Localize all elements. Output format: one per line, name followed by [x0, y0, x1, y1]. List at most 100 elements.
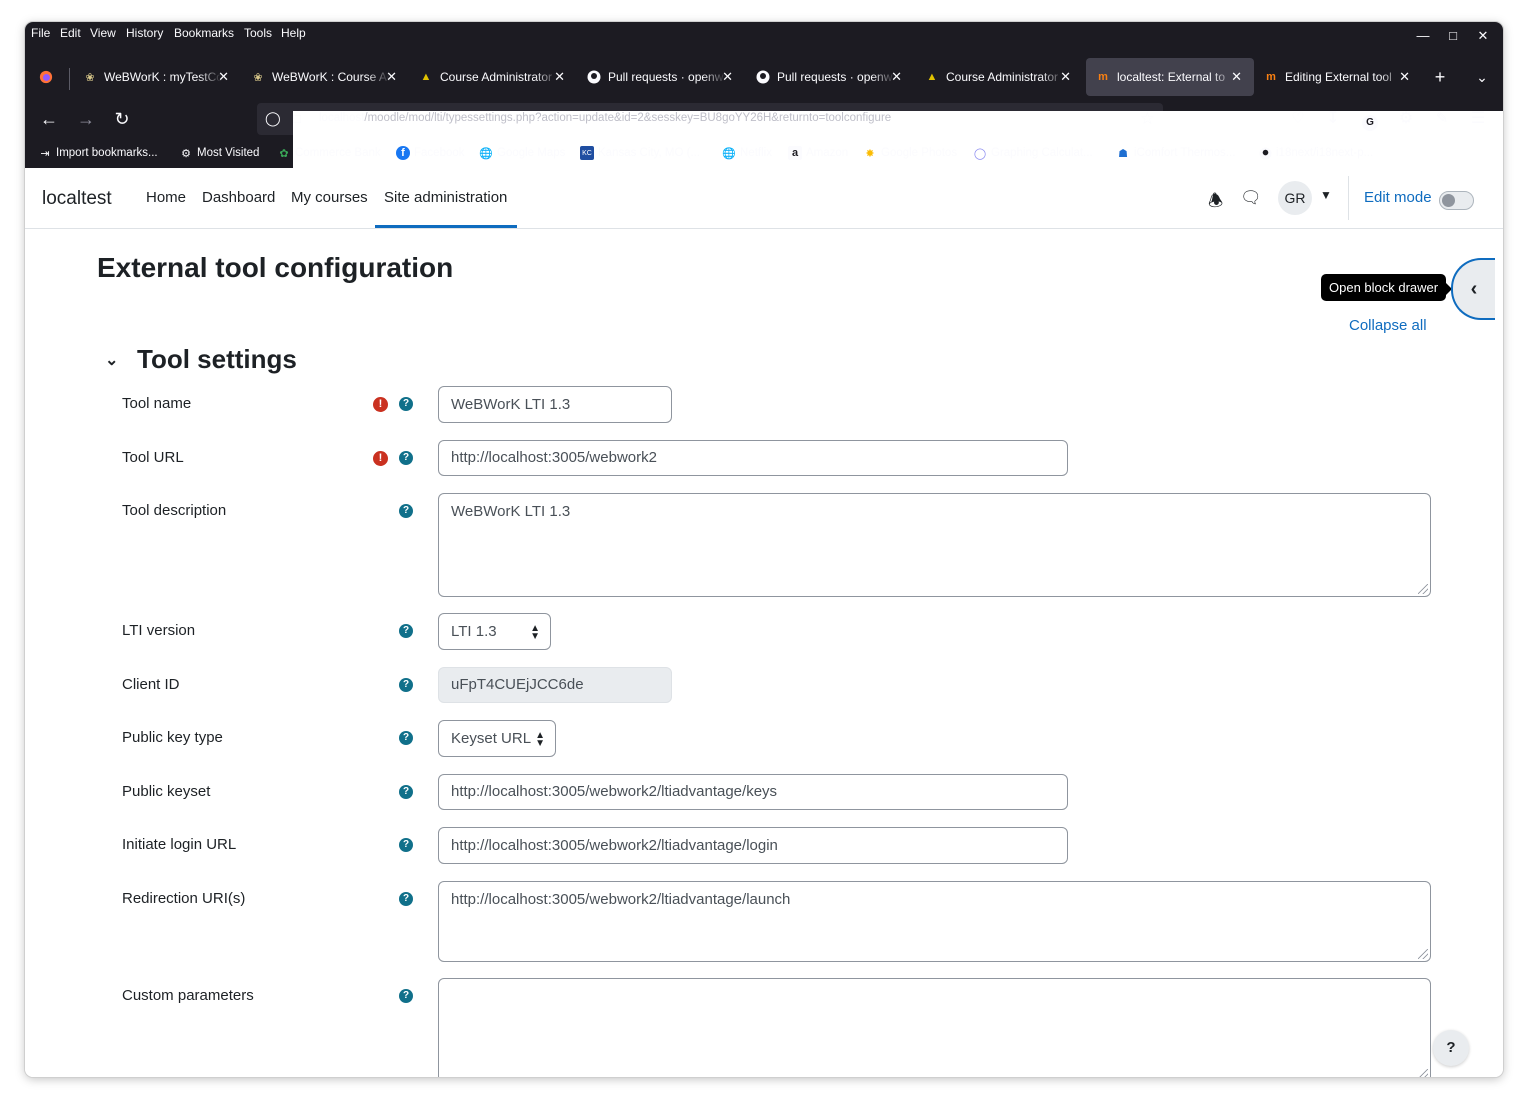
url-text[interactable]: localhost/moodle/mod/lti/typessettings.p…: [319, 112, 891, 124]
extensions-puzzle-icon[interactable]: ✎: [1431, 108, 1453, 130]
resize-grip-icon[interactable]: [1418, 584, 1428, 594]
nav-site-administration[interactable]: Site administration: [384, 189, 507, 206]
shield-icon[interactable]: ◯: [265, 110, 281, 127]
bookmark-amazon[interactable]: a Amazon: [788, 146, 848, 160]
edit-mode-toggle[interactable]: [1439, 191, 1474, 210]
public-key-type-select[interactable]: Keyset URL ▲ ▼: [438, 720, 556, 757]
menu-bookmarks[interactable]: Bookmarks: [174, 26, 234, 40]
help-icon[interactable]: ?: [399, 838, 413, 852]
tab-editing-external-tool[interactable]: m Editing External tool ✕: [1254, 58, 1422, 96]
help-icon[interactable]: ?: [399, 892, 413, 906]
tab-pull-requests[interactable]: Pull requests · openw ✕: [577, 58, 745, 96]
url-bar[interactable]: ◯ □ localhost/moodle/mod/lti/typessettin…: [257, 103, 1503, 1020]
bookmark-netflix[interactable]: 🌐 Netflix: [722, 146, 772, 160]
help-icon[interactable]: ?: [399, 397, 413, 411]
menu-file[interactable]: File: [31, 26, 50, 40]
help-button[interactable]: ?: [1433, 1030, 1469, 1066]
kansas-city-star-icon: KC: [580, 146, 594, 160]
close-tab-icon[interactable]: ✕: [1060, 69, 1071, 85]
bookmark-star-icon[interactable]: ☆: [1140, 109, 1155, 129]
bookmark-most-visited[interactable]: ⚙ Most Visited: [179, 146, 259, 160]
help-icon[interactable]: ?: [399, 989, 413, 1003]
help-icon[interactable]: ?: [399, 785, 413, 799]
bookmark-import[interactable]: ⇥ Import bookmarks...: [38, 146, 157, 160]
back-icon[interactable]: ←: [38, 108, 60, 130]
new-tab-icon[interactable]: +: [1429, 66, 1451, 88]
required-icon: !: [373, 451, 388, 466]
bookmark-google-photos[interactable]: ✸ Google Photos: [863, 146, 957, 160]
maximize-icon[interactable]: □: [1443, 28, 1463, 43]
open-block-drawer-button[interactable]: ‹: [1451, 258, 1495, 320]
public-keyset-input[interactable]: http://localhost:3005/webwork2/ltiadvant…: [438, 774, 1068, 810]
messages-icon[interactable]: 🗨: [1240, 188, 1262, 208]
close-tab-icon[interactable]: ✕: [722, 69, 733, 85]
tab-webwork-mytestcourse[interactable]: ❀ WeBWorK : myTestCo ✕: [73, 58, 241, 96]
client-id-label: Client ID: [122, 676, 180, 693]
close-window-icon[interactable]: ✕: [1473, 28, 1493, 44]
bookmark-facebook[interactable]: f Facebook: [396, 146, 465, 160]
chevron-down-icon[interactable]: ▼: [1320, 188, 1332, 202]
bookmark-graphing-calculator[interactable]: ◯ Graphing Calculat...: [973, 146, 1093, 160]
menu-help[interactable]: Help: [281, 26, 306, 40]
webwork-icon: ❀: [253, 71, 263, 84]
bookmark-i18next[interactable]: i18next/i18next-p...: [1258, 146, 1373, 160]
tab-localtest-external-tool[interactable]: m localtest: External to ✕: [1086, 58, 1254, 96]
extension-gear-icon[interactable]: ⚙: [1395, 108, 1417, 130]
tool-description-textarea[interactable]: WeBWorK LTI 1.3: [438, 493, 1431, 597]
menu-tools[interactable]: Tools: [244, 26, 272, 40]
close-tab-icon[interactable]: ✕: [218, 69, 229, 85]
chevron-left-icon: ‹: [1470, 278, 1478, 300]
redirection-uris-textarea[interactable]: http://localhost:3005/webwork2/ltiadvant…: [438, 881, 1431, 962]
minimize-icon[interactable]: —: [1413, 28, 1433, 43]
site-brand[interactable]: localtest: [42, 188, 112, 210]
section-heading[interactable]: Tool settings: [137, 344, 297, 375]
resize-grip-icon[interactable]: [1418, 1069, 1428, 1077]
pocket-icon[interactable]: ♡: [1287, 108, 1309, 130]
menu-edit[interactable]: Edit: [60, 26, 81, 40]
resize-grip-icon[interactable]: [1418, 949, 1428, 959]
bookmark-kansas-city[interactable]: KC Kansas City, MO (...: [580, 146, 700, 160]
user-avatar[interactable]: GR: [1278, 181, 1312, 215]
downloads-icon[interactable]: ↧: [1322, 108, 1344, 130]
menu-view[interactable]: View: [90, 26, 116, 40]
custom-parameters-textarea[interactable]: [438, 978, 1431, 1077]
forward-icon[interactable]: →: [75, 108, 97, 130]
lti-version-select[interactable]: LTI 1.3 ▲ ▼: [438, 613, 551, 650]
divider: [1348, 176, 1349, 220]
close-tab-icon[interactable]: ✕: [1231, 69, 1242, 85]
help-icon[interactable]: ?: [399, 678, 413, 692]
help-icon[interactable]: ?: [399, 451, 413, 465]
tab-pull-requests-2[interactable]: Pull requests · openw ✕: [746, 58, 914, 96]
tab-webwork-course-admin[interactable]: ❀ WeBWorK : Course Ad ✕: [241, 58, 409, 96]
help-icon[interactable]: ?: [399, 731, 413, 745]
tool-name-input[interactable]: WeBWorK LTI 1.3: [438, 386, 672, 423]
custom-parameters-label: Custom parameters: [122, 987, 254, 1004]
list-all-tabs-icon[interactable]: ⌄: [1471, 66, 1493, 88]
collapse-all-link[interactable]: Collapse all: [1349, 317, 1427, 334]
close-tab-icon[interactable]: ✕: [386, 69, 397, 85]
close-tab-icon[interactable]: ✕: [1399, 69, 1410, 85]
tab-course-administrator-2[interactable]: ▲ Course Administrator ✕: [915, 58, 1083, 96]
firefox-view-button[interactable]: [33, 58, 61, 96]
bookmark-commerce-bank[interactable]: ✿ Commerce Bank: [277, 146, 380, 160]
bookmark-google-maps[interactable]: 🌐 Google Maps: [479, 146, 565, 160]
menu-history[interactable]: History: [126, 26, 163, 40]
import-icon: ⇥: [40, 147, 50, 160]
chevron-down-icon[interactable]: ⌄: [105, 350, 118, 370]
site-navbar: localtest Home Dashboard My courses Site…: [25, 168, 1503, 229]
tab-course-administrator[interactable]: ▲ Course Administrator ✕: [409, 58, 577, 96]
close-tab-icon[interactable]: ✕: [554, 69, 565, 85]
nav-dashboard[interactable]: Dashboard: [202, 189, 275, 206]
tool-url-input[interactable]: http://localhost:3005/webwork2: [438, 440, 1068, 476]
bell-icon[interactable]: 🕭: [1208, 188, 1223, 217]
reload-icon[interactable]: ↻: [111, 108, 133, 130]
initiate-login-url-input[interactable]: http://localhost:3005/webwork2/ltiadvant…: [438, 827, 1068, 864]
bookmark-icomfort[interactable]: ☗ iComfort Thermos...: [1116, 146, 1235, 160]
help-icon[interactable]: ?: [399, 624, 413, 638]
grammarly-icon[interactable]: G: [1359, 108, 1381, 131]
close-tab-icon[interactable]: ✕: [891, 69, 902, 85]
nav-my-courses[interactable]: My courses: [291, 189, 368, 206]
help-icon[interactable]: ?: [399, 504, 413, 518]
nav-home[interactable]: Home: [146, 189, 186, 206]
hamburger-menu-icon[interactable]: ☰: [1467, 108, 1489, 130]
